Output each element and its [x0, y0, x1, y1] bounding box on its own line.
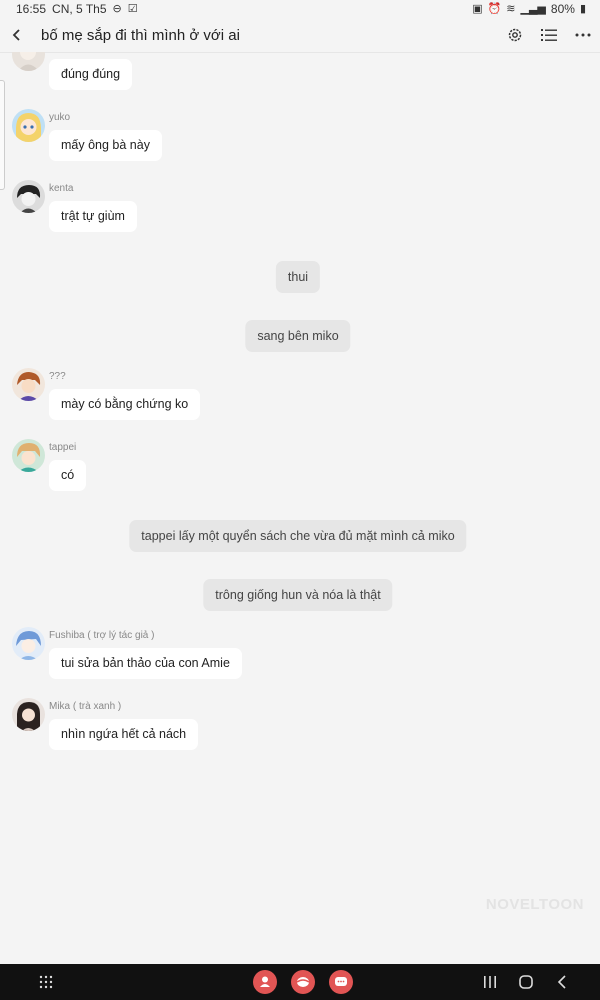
more-button[interactable]	[571, 23, 595, 47]
recent-apps-icon	[484, 976, 496, 988]
status-time: 16:55	[16, 2, 47, 16]
messages-app-button[interactable]	[329, 970, 353, 994]
settings-button[interactable]	[503, 23, 527, 47]
username: Fushiba ( trợ lý tác giả )	[49, 630, 155, 641]
narration-bubble: trông giống hun và nóa là thật	[203, 579, 393, 611]
page-title: bố mẹ sắp đi thì mình ở với ai	[41, 27, 240, 44]
recent-apps-button[interactable]	[478, 970, 502, 994]
wifi-icon: ≋	[506, 3, 516, 15]
gear-icon	[508, 28, 522, 42]
avatar[interactable]	[12, 698, 45, 731]
message-bubble: có	[49, 460, 87, 491]
message-bubble: trật tự giùm	[49, 201, 137, 232]
grid-icon	[39, 975, 53, 989]
narration-bubble: sang bên miko	[245, 320, 351, 352]
app-drawer-button[interactable]	[34, 970, 58, 994]
home-button[interactable]	[514, 970, 538, 994]
battery-level: 80%	[550, 2, 575, 16]
back-icon	[557, 975, 566, 989]
message-bubble: tui sửa bản thảo của con Amie	[49, 648, 242, 679]
message-bubble: nhìn ngứa hết cả nách	[49, 719, 199, 750]
message-icon	[329, 970, 353, 994]
chat-header: bố mẹ sắp đi thì mình ở với ai	[0, 18, 600, 53]
list-icon	[541, 29, 557, 41]
avatar[interactable]	[12, 627, 45, 660]
avatar[interactable]	[12, 439, 45, 472]
avatar[interactable]	[12, 109, 45, 142]
narration-bubble: tappei lấy một quyển sách che vừa đủ mặt…	[129, 520, 467, 552]
clipboard-check-icon: ☑	[127, 3, 138, 15]
dnd-icon: ⊖	[112, 3, 122, 15]
message-bubble: mấy ông bà này	[49, 130, 162, 161]
username: kenta	[49, 183, 74, 194]
message-bubble: mày có bằng chứng ko	[49, 389, 201, 420]
username: yuko	[49, 112, 71, 123]
message-bubble: đúng đúng	[49, 59, 133, 90]
chat-area[interactable]: đúng đúng yuko mấy ông bà này kenta trật…	[0, 52, 600, 964]
more-icon	[575, 33, 591, 37]
username: ???	[49, 371, 66, 382]
system-navigation-bar	[0, 964, 600, 1000]
username: tappei	[49, 442, 77, 453]
alarm-icon: ⏰	[487, 3, 502, 15]
nav-back-button[interactable]	[550, 970, 574, 994]
lock-icon: ▣	[472, 3, 483, 15]
narration-bubble: thui	[275, 261, 321, 293]
noveltoon-watermark: NOVELTOON	[485, 896, 584, 913]
username: Mika ( trà xanh )	[49, 701, 122, 712]
avatar[interactable]	[12, 180, 45, 213]
signal-icon: ▁▃▅	[520, 3, 546, 15]
back-button[interactable]	[4, 22, 30, 48]
contacts-icon	[253, 970, 277, 994]
status-date: CN, 5 Th5	[52, 2, 107, 16]
chapter-list-button[interactable]	[537, 23, 561, 47]
home-icon	[519, 975, 533, 989]
battery-icon: ▮	[579, 3, 586, 15]
avatar[interactable]	[12, 52, 45, 71]
status-bar: 16:55 CN, 5 Th5 ⊖ ☑ ▣ ⏰ ≋ ▁▃▅ 80% ▮	[0, 0, 600, 18]
avatar[interactable]	[12, 368, 45, 401]
browser-icon	[291, 970, 315, 994]
browser-app-button[interactable]	[291, 970, 315, 994]
contacts-app-button[interactable]	[253, 970, 277, 994]
chevron-left-icon	[12, 29, 20, 41]
